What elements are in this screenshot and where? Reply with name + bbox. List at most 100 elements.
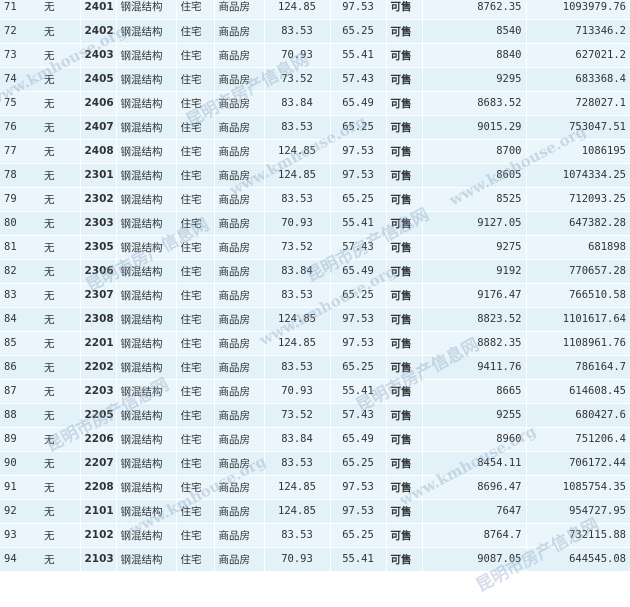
inner-area-cell: 97.53 (330, 139, 387, 164)
total-price-cell: 786164.7 (526, 355, 630, 380)
room-number-cell[interactable]: 2303 (80, 211, 117, 236)
total-price-cell: 1086195 (526, 139, 630, 164)
inner-area-cell: 65.49 (330, 427, 387, 452)
sale-status-cell: 可售 (386, 331, 423, 356)
inner-area-cell: 65.49 (330, 259, 387, 284)
table-row: 86 无 2202 钢混结构 住宅 商品房 83.53 65.25 可售 9411.76 78616… (0, 355, 630, 380)
room-number-cell[interactable]: 2306 (80, 259, 117, 284)
structure-cell: 钢混结构 (116, 163, 177, 188)
floor-note-cell: 无 (40, 451, 81, 476)
unit-price-cell: 8960 (422, 427, 527, 452)
usage-cell: 住宅 (176, 331, 215, 356)
building-area-cell: 83.53 (264, 19, 331, 44)
room-number-cell[interactable]: 2305 (80, 235, 117, 260)
usage-cell: 住宅 (176, 547, 215, 572)
structure-cell: 钢混结构 (116, 451, 177, 476)
room-number-cell[interactable]: 2401 (80, 0, 117, 20)
row-index-cell: 72 (0, 19, 40, 44)
row-index-cell: 93 (0, 523, 40, 548)
table-row: 87 无 2203 钢混结构 住宅 商品房 70.93 55.41 可售 8665 614608.4… (0, 379, 630, 404)
building-area-cell: 70.93 (264, 43, 331, 68)
structure-cell: 钢混结构 (116, 475, 177, 500)
room-number-cell[interactable]: 2408 (80, 139, 117, 164)
structure-cell: 钢混结构 (116, 67, 177, 92)
building-area-cell: 83.84 (264, 427, 331, 452)
row-index-cell: 80 (0, 211, 40, 236)
property-type-cell: 商品房 (214, 355, 265, 380)
building-area-cell: 83.53 (264, 523, 331, 548)
structure-cell: 钢混结构 (116, 0, 177, 20)
room-number-cell[interactable]: 2203 (80, 379, 117, 404)
room-number-cell[interactable]: 2201 (80, 331, 117, 356)
inner-area-cell: 97.53 (330, 163, 387, 188)
floor-note-cell: 无 (40, 43, 81, 68)
room-number-cell[interactable]: 2407 (80, 115, 117, 140)
room-number-cell[interactable]: 2102 (80, 523, 117, 548)
structure-cell: 钢混结构 (116, 331, 177, 356)
sale-status-cell: 可售 (386, 163, 423, 188)
structure-cell: 钢混结构 (116, 427, 177, 452)
room-number-cell[interactable]: 2206 (80, 427, 117, 452)
table-row: 77 无 2408 钢混结构 住宅 商品房 124.85 97.53 可售 8700 1086195 (0, 139, 630, 164)
property-type-cell: 商品房 (214, 259, 265, 284)
total-price-cell: 753047.51 (526, 115, 630, 140)
sale-status-cell: 可售 (386, 547, 423, 572)
property-type-cell: 商品房 (214, 379, 265, 404)
inner-area-cell: 55.41 (330, 43, 387, 68)
property-type-cell: 商品房 (214, 0, 265, 20)
room-number-cell[interactable]: 2402 (80, 19, 117, 44)
room-number-cell[interactable]: 2208 (80, 475, 117, 500)
unit-price-cell: 8696.47 (422, 475, 527, 500)
building-area-cell: 83.84 (264, 259, 331, 284)
inner-area-cell: 65.49 (330, 91, 387, 116)
property-type-cell: 商品房 (214, 187, 265, 212)
total-price-cell: 1101617.64 (526, 307, 630, 332)
building-area-cell: 83.53 (264, 187, 331, 212)
unit-price-cell: 8454.11 (422, 451, 527, 476)
room-number-cell[interactable]: 2103 (80, 547, 117, 572)
property-type-cell: 商品房 (214, 139, 265, 164)
room-number-cell[interactable]: 2302 (80, 187, 117, 212)
room-number-cell[interactable]: 2207 (80, 451, 117, 476)
unit-price-cell: 8882.35 (422, 331, 527, 356)
room-number-cell[interactable]: 2202 (80, 355, 117, 380)
room-number-cell[interactable]: 2406 (80, 91, 117, 116)
building-area-cell: 124.85 (264, 331, 331, 356)
property-type-cell: 商品房 (214, 43, 265, 68)
unit-price-cell: 8762.35 (422, 0, 527, 20)
inner-area-cell: 97.53 (330, 307, 387, 332)
property-type-cell: 商品房 (214, 331, 265, 356)
usage-cell: 住宅 (176, 403, 215, 428)
usage-cell: 住宅 (176, 379, 215, 404)
row-index-cell: 74 (0, 67, 40, 92)
building-area-cell: 83.53 (264, 451, 331, 476)
structure-cell: 钢混结构 (116, 355, 177, 380)
room-number-cell[interactable]: 2403 (80, 43, 117, 68)
room-number-cell[interactable]: 2205 (80, 403, 117, 428)
inner-area-cell: 97.53 (330, 475, 387, 500)
room-number-cell[interactable]: 2405 (80, 67, 117, 92)
sale-status-cell: 可售 (386, 475, 423, 500)
floor-note-cell: 无 (40, 115, 81, 140)
total-price-cell: 728027.1 (526, 91, 630, 116)
sale-status-cell: 可售 (386, 379, 423, 404)
total-price-cell: 680427.6 (526, 403, 630, 428)
room-number-cell[interactable]: 2301 (80, 163, 117, 188)
table-row: 72 无 2402 钢混结构 住宅 商品房 83.53 65.25 可售 8540 713346.2 (0, 19, 630, 44)
total-price-cell: 732115.88 (526, 523, 630, 548)
table-row: 85 无 2201 钢混结构 住宅 商品房 124.85 97.53 可售 8882.35 1108… (0, 331, 630, 356)
table-row: 90 无 2207 钢混结构 住宅 商品房 83.53 65.25 可售 8454.11 70617… (0, 451, 630, 476)
table-row: 83 无 2307 钢混结构 住宅 商品房 83.53 65.25 可售 9176.47 76651… (0, 283, 630, 308)
floor-note-cell: 无 (40, 547, 81, 572)
sale-status-cell: 可售 (386, 91, 423, 116)
usage-cell: 住宅 (176, 499, 215, 524)
sale-status-cell: 可售 (386, 67, 423, 92)
floor-note-cell: 无 (40, 67, 81, 92)
floor-note-cell: 无 (40, 0, 81, 20)
unit-price-cell: 8605 (422, 163, 527, 188)
room-number-cell[interactable]: 2308 (80, 307, 117, 332)
room-number-cell[interactable]: 2307 (80, 283, 117, 308)
building-area-cell: 83.84 (264, 91, 331, 116)
table-row: 81 无 2305 钢混结构 住宅 商品房 73.52 57.43 可售 9275 681898 (0, 235, 630, 260)
room-number-cell[interactable]: 2101 (80, 499, 117, 524)
